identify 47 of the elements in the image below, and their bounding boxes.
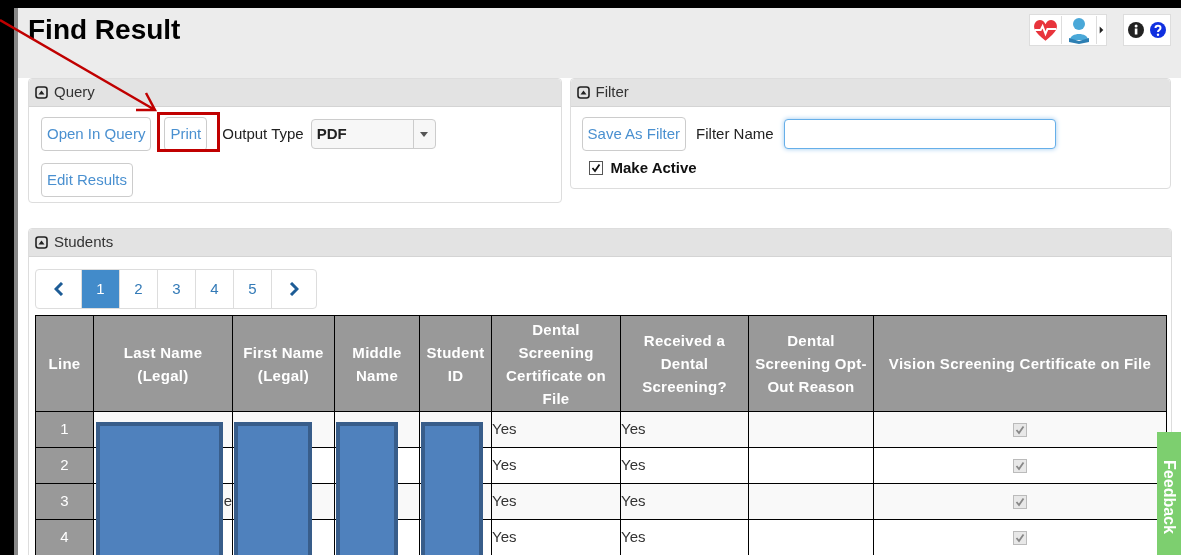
filter-name-field[interactable] <box>783 119 1056 149</box>
table-cell: Yes <box>620 483 749 520</box>
line-number-cell: 2 <box>35 447 94 484</box>
column-header: Last Name (Legal) <box>93 315 233 412</box>
collapse-icon[interactable] <box>35 236 48 249</box>
panel-title: Filter <box>595 82 629 103</box>
table-cell: Yes <box>491 519 621 555</box>
collapse-icon[interactable] <box>35 86 48 99</box>
panel-title: Students <box>54 232 114 253</box>
column-header: Received a Dental Screening? <box>620 315 749 412</box>
table-cell: Yes <box>620 447 749 484</box>
page-title: Find Result <box>28 14 181 46</box>
filter-name-label: Filter Name <box>696 123 774 144</box>
table-cell: Yes <box>491 447 621 484</box>
column-header: Middle Name <box>334 315 420 412</box>
column-header: Dental Screening Certificate on File <box>491 315 621 412</box>
panel-title: Query <box>54 82 95 103</box>
action-button[interactable]: Edit Results <box>41 163 134 197</box>
help-icon[interactable] <box>1149 21 1167 39</box>
make-active-label: Make Active <box>610 158 697 178</box>
line-number-cell: 3 <box>35 483 94 520</box>
dropdown-caret-icon <box>420 131 429 137</box>
annotation-highlight <box>157 112 220 152</box>
column-header: First Name (Legal) <box>232 315 335 412</box>
output-type-select[interactable]: PDF <box>310 119 436 149</box>
table-cell: Yes <box>491 411 621 448</box>
table-cell: Yes <box>491 483 621 520</box>
collapse-icon[interactable] <box>576 86 590 99</box>
make-active-checkbox[interactable] <box>588 161 603 176</box>
action-button[interactable]: Save As Filter <box>581 117 687 151</box>
page-button[interactable]: 1 <box>82 270 120 308</box>
line-number-cell: 1 <box>35 411 94 448</box>
feedback-tab[interactable]: Feedback <box>1157 432 1181 555</box>
table-cell: Yes <box>620 411 749 448</box>
output-type-label: Output Type <box>222 123 304 144</box>
column-header: Line <box>35 315 94 412</box>
chevron-right-icon <box>289 282 299 296</box>
chevron-left-icon <box>53 282 64 296</box>
line-number-cell: 4 <box>35 519 94 555</box>
column-header: Vision Screening Certificate on File <box>873 315 1167 412</box>
column-header: Dental Screening Opt-Out Reason <box>748 315 874 412</box>
table-cell: Yes <box>620 519 749 555</box>
action-button[interactable]: Print <box>164 117 208 151</box>
action-button[interactable]: Open In Query <box>41 117 152 151</box>
info-icon[interactable] <box>1127 21 1145 39</box>
column-header: Student ID <box>419 315 492 412</box>
caret-right-icon[interactable] <box>1096 16 1106 44</box>
